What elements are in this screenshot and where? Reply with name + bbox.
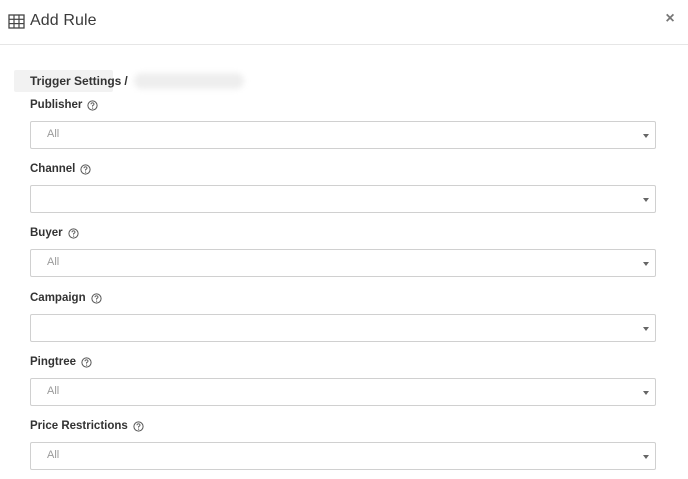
publisher-select[interactable]: All (30, 121, 656, 149)
field-label-row: Publisher (30, 97, 656, 113)
field-label: Channel (30, 163, 76, 175)
caret-down-icon (643, 391, 649, 395)
buyer-select[interactable]: All (30, 249, 656, 277)
field-label-row: Campaign (30, 290, 656, 306)
select-value: All (47, 449, 60, 461)
help-circle-icon[interactable] (80, 163, 91, 175)
caret-down-icon (643, 198, 649, 202)
field-channel: Channel (30, 161, 656, 213)
price-restrictions-select[interactable]: All (30, 442, 656, 470)
select-value: All (47, 128, 60, 140)
close-icon: × (665, 10, 675, 27)
field-label-row: Price Restrictions (30, 418, 656, 434)
help-circle-icon[interactable] (90, 292, 102, 304)
caret-down-icon (643, 327, 649, 331)
modal-header: Add Rule × (0, 0, 688, 45)
help-circle-icon[interactable] (68, 227, 79, 239)
help-circle-icon[interactable] (87, 99, 99, 111)
modal-title-group: Add Rule (8, 12, 97, 30)
breadcrumb-redacted-item (133, 73, 244, 89)
field-label-row: Pingtree (30, 354, 656, 370)
field-label: Publisher (30, 99, 83, 111)
field-label: Buyer (30, 227, 63, 239)
field-publisher: Publisher All (30, 97, 656, 149)
breadcrumb-section[interactable]: Trigger Settings (30, 74, 121, 88)
close-button[interactable]: × (661, 10, 679, 28)
field-pingtree: Pingtree All (30, 354, 656, 406)
field-label: Campaign (30, 292, 86, 304)
field-campaign: Campaign (30, 290, 656, 342)
table-icon (8, 13, 25, 29)
field-label: Pingtree (30, 356, 77, 368)
caret-down-icon (643, 262, 649, 266)
field-price-restrictions: Price Restrictions All (30, 418, 656, 470)
modal-title: Add Rule (30, 12, 97, 29)
help-circle-icon[interactable] (81, 356, 92, 368)
channel-select[interactable] (30, 185, 656, 213)
field-label-row: Channel (30, 161, 656, 177)
breadcrumb-separator: / (124, 74, 128, 88)
caret-down-icon (643, 134, 649, 138)
campaign-select[interactable] (30, 314, 656, 342)
field-buyer: Buyer All (30, 225, 656, 277)
help-circle-icon[interactable] (133, 420, 144, 432)
select-value: All (47, 256, 60, 268)
add-rule-modal: Add Rule × Trigger Settings / Publisher … (0, 0, 688, 479)
caret-down-icon (643, 455, 649, 459)
breadcrumb: Trigger Settings / (14, 70, 244, 92)
pingtree-select[interactable]: All (30, 378, 656, 406)
field-label: Price Restrictions (30, 420, 128, 432)
field-label-row: Buyer (30, 225, 656, 241)
select-value: All (47, 385, 60, 397)
